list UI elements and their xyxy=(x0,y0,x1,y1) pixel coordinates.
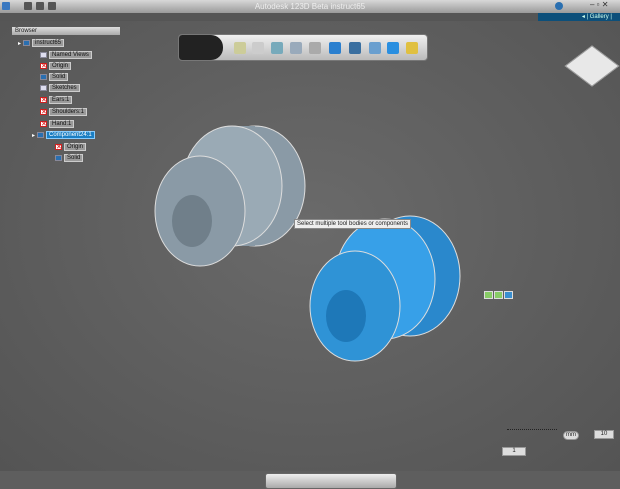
gallery-bar: ◂ | Gallery | xyxy=(0,13,620,21)
mini-toolbar xyxy=(484,291,513,299)
action-icon[interactable] xyxy=(484,291,493,299)
grid-slider[interactable] xyxy=(507,429,557,430)
material-icon[interactable] xyxy=(504,291,513,299)
grey-body[interactable] xyxy=(154,125,306,267)
snap-field[interactable]: 1 xyxy=(502,447,526,456)
selected-blue-body[interactable] xyxy=(309,215,461,362)
3d-viewport[interactable]: Browser ▸instruct65 Named Views Origin S… xyxy=(0,21,620,489)
unit-button[interactable]: mm xyxy=(563,431,579,440)
tooltip: Select multiple tool bodies or component… xyxy=(294,219,412,229)
window-title: Autodesk 123D Beta instruct65 xyxy=(254,2,366,11)
help-icon[interactable] xyxy=(555,2,563,10)
model-scene xyxy=(154,125,461,362)
action-icon[interactable] xyxy=(494,291,503,299)
window-controls[interactable]: ‒ ▫ ✕ xyxy=(590,0,618,9)
title-bar: Autodesk 123D Beta instruct65 ‒ ▫ ✕ xyxy=(0,0,620,13)
navigation-bar xyxy=(265,473,397,489)
gallery-button[interactable]: ◂ | Gallery | xyxy=(538,13,620,21)
grid-size-field[interactable]: 10 xyxy=(594,430,614,439)
